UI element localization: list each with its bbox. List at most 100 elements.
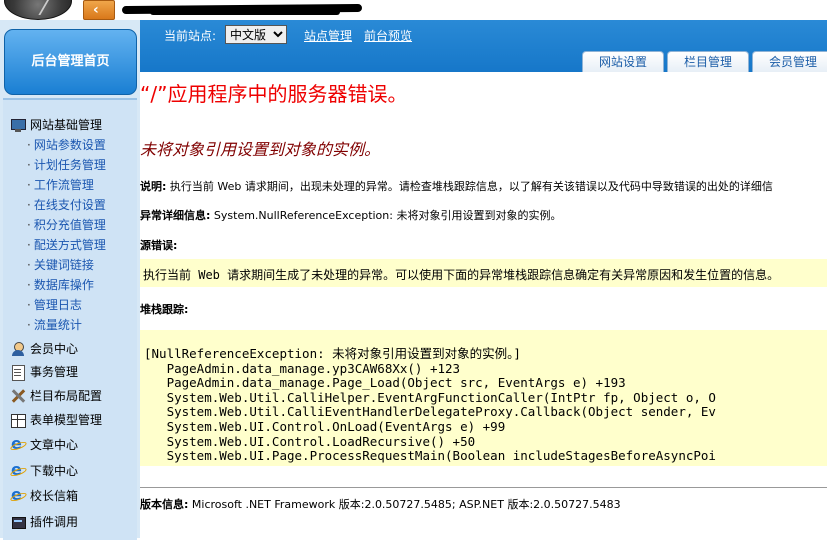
- stack-trace-heading: 堆栈跟踪:: [140, 301, 188, 317]
- sidebar-group-affairs[interactable]: 事务管理: [10, 363, 79, 381]
- sidebar-item-admin-log[interactable]: · 管理日志: [27, 296, 82, 313]
- version-info: 版本信息: Microsoft .NET Framework 版本:2.0.50…: [140, 496, 621, 512]
- divider: [140, 487, 827, 488]
- sidebar-group-label: 栏目布局配置: [30, 389, 103, 403]
- monitor-icon: [10, 117, 26, 133]
- sidebar-item-keyword-links[interactable]: · 关键词链接: [27, 256, 94, 273]
- bullet: ·: [27, 218, 31, 232]
- sidebar-group-principal-mailbox[interactable]: 校长信箱: [10, 485, 79, 504]
- stack-line: PageAdmin.data_manage.Page_Load(Object s…: [144, 375, 626, 391]
- admin-home-button[interactable]: 后台管理首页: [4, 29, 137, 95]
- sidebar-item-label: 配送方式管理: [33, 238, 106, 252]
- bullet: ·: [27, 138, 31, 152]
- sidebar-item-delivery[interactable]: · 配送方式管理: [27, 236, 106, 253]
- version-label: 版本信息:: [140, 498, 189, 511]
- stack-label: 堆栈跟踪:: [140, 303, 189, 316]
- sidebar-item-label: 工作流管理: [33, 178, 94, 192]
- error-title: “/”应用程序中的服务器错误。: [140, 82, 408, 106]
- orb-glyph-icon: [28, 0, 50, 15]
- sidebar-group-label: 下载中心: [30, 464, 79, 478]
- sidebar-group-column-layout[interactable]: 栏目布局配置: [10, 387, 102, 404]
- tab-site-settings[interactable]: 网站设置: [582, 51, 664, 73]
- sidebar-item-database[interactable]: · 数据库操作: [27, 276, 94, 293]
- stack-line: [NullReferenceException: 未将对象引用设置到对象的实例。…: [144, 346, 521, 361]
- back-button[interactable]: ‹: [83, 0, 115, 20]
- table-icon: [10, 412, 26, 428]
- sidebar-group-label: 会员中心: [30, 342, 79, 356]
- sidebar-item-label: 数据库操作: [33, 278, 94, 292]
- tab-column-manage[interactable]: 栏目管理: [667, 51, 749, 73]
- sidebar-group-label: 插件调用: [30, 515, 79, 529]
- bullet: ·: [27, 298, 31, 312]
- bullet: ·: [27, 318, 31, 332]
- exception-label: 异常详细信息:: [140, 209, 211, 222]
- source-error-box: 执行当前 Web 请求期间生成了未处理的异常。可以使用下面的异常堆栈跟踪信息确定…: [140, 259, 827, 287]
- sidebar-group-site-basic[interactable]: 网站基础管理: [10, 116, 102, 133]
- ie-icon: [10, 460, 26, 479]
- sidebar-item-traffic-stats[interactable]: · 流量统计: [27, 316, 82, 333]
- document-icon: [10, 364, 26, 381]
- stack-line: System.Web.Util.CalliEventHandlerDelegat…: [144, 404, 716, 420]
- stack-line: System.Web.UI.Control.OnLoad(EventArgs e…: [144, 418, 506, 434]
- sidebar-item-label: 在线支付设置: [33, 198, 106, 212]
- redaction-mark: [150, 9, 340, 15]
- bullet: ·: [27, 198, 31, 212]
- sidebar-group-label: 事务管理: [30, 365, 79, 379]
- sidebar-group-label: 校长信箱: [30, 489, 79, 503]
- description-text: 执行当前 Web 请求期间，出现未处理的异常。请检查堆栈跟踪信息，以了解有关该错…: [166, 180, 773, 193]
- source-error-heading: 源错误:: [140, 237, 177, 253]
- sidebar-group-form-models[interactable]: 表单模型管理: [10, 411, 102, 428]
- sidebar-group-member-center[interactable]: 会员中心: [10, 340, 78, 357]
- sidebar-group-label: 网站基础管理: [30, 118, 103, 132]
- error-description: 说明: 执行当前 Web 请求期间，出现未处理的异常。请检查堆栈跟踪信息，以了解…: [140, 178, 773, 194]
- stack-line: System.Web.UI.Control.LoadRecursive() +5…: [144, 433, 476, 449]
- sidebar-group-plugins[interactable]: 插件调用: [10, 513, 78, 530]
- error-page: “/”应用程序中的服务器错误。 未将对象引用设置到对象的实例。 说明: 执行当前…: [140, 72, 827, 538]
- front-preview-link[interactable]: 前台预览: [364, 27, 412, 44]
- plugin-icon: [10, 514, 26, 530]
- sidebar-item-label: 网站参数设置: [33, 138, 106, 152]
- sidebar-group-downloads[interactable]: 下载中心: [10, 460, 79, 479]
- sidebar-item-label: 关键词链接: [33, 258, 94, 272]
- source-error-text: 执行当前 Web 请求期间生成了未处理的异常。可以使用下面的异常堆栈跟踪信息确定…: [143, 268, 780, 282]
- error-subtitle: 未将对象引用设置到对象的实例。: [140, 140, 381, 159]
- bullet: ·: [27, 258, 31, 272]
- user-icon: [10, 341, 26, 357]
- sidebar-item-points-recharge[interactable]: · 积分充值管理: [27, 216, 106, 233]
- site-select[interactable]: 中文版: [225, 25, 287, 44]
- sidebar-item-label: 流量统计: [33, 318, 82, 332]
- sidebar-item-label: 计划任务管理: [33, 158, 106, 172]
- current-site-label: 当前站点:: [164, 29, 217, 43]
- header-nav: 当前站点: 中文版 站点管理 前台预览 网站设置 栏目管理 会员管理: [140, 20, 827, 73]
- sidebar-item-label: 积分充值管理: [33, 218, 106, 232]
- stack-line: System.Web.Util.CalliHelper.EventArgFunc…: [144, 389, 716, 405]
- exception-details: 异常详细信息: System.NullReferenceException: 未…: [140, 207, 561, 223]
- sidebar: 后台管理首页 网站基础管理 · 网站参数设置 · 计划任务管理 · 工作流管理 · 在线…: [0, 20, 140, 540]
- bullet: ·: [27, 158, 31, 172]
- bullet: ·: [27, 238, 31, 252]
- sidebar-group-articles[interactable]: 文章中心: [10, 434, 79, 453]
- exception-text: System.NullReferenceException: 未将对象引用设置到…: [210, 209, 562, 222]
- ie-icon: [10, 485, 26, 504]
- sidebar-group-label: 表单模型管理: [30, 413, 103, 427]
- ie-icon: [10, 434, 26, 453]
- tools-icon: [10, 388, 26, 404]
- sidebar-item-online-payment[interactable]: · 在线支付设置: [27, 196, 106, 213]
- bullet: ·: [27, 178, 31, 192]
- sidebar-item-label: 管理日志: [33, 298, 82, 312]
- sidebar-item-scheduled-tasks[interactable]: · 计划任务管理: [27, 156, 106, 173]
- sidebar-item-workflow[interactable]: · 工作流管理: [27, 176, 94, 193]
- stack-line: System.Web.UI.Page.ProcessRequestMain(Bo…: [144, 448, 716, 464]
- site-manage-link[interactable]: 站点管理: [304, 27, 352, 44]
- source-label: 源错误:: [140, 239, 178, 252]
- bullet: ·: [27, 278, 31, 292]
- sidebar-item-site-params[interactable]: · 网站参数设置: [27, 136, 106, 153]
- description-label: 说明:: [140, 180, 167, 193]
- stack-trace-lines: [NullReferenceException: 未将对象引用设置到对象的实例。…: [144, 346, 716, 464]
- top-bar: ‹: [0, 0, 827, 20]
- sidebar-group-label: 文章中心: [30, 438, 79, 452]
- tab-member-manage[interactable]: 会员管理: [752, 51, 827, 73]
- browser-orb-button[interactable]: [4, 0, 72, 20]
- stack-line: PageAdmin.data_manage.yp3CAW68Xx() +123: [144, 360, 461, 376]
- stack-trace-box: [NullReferenceException: 未将对象引用设置到对象的实例。…: [140, 330, 827, 466]
